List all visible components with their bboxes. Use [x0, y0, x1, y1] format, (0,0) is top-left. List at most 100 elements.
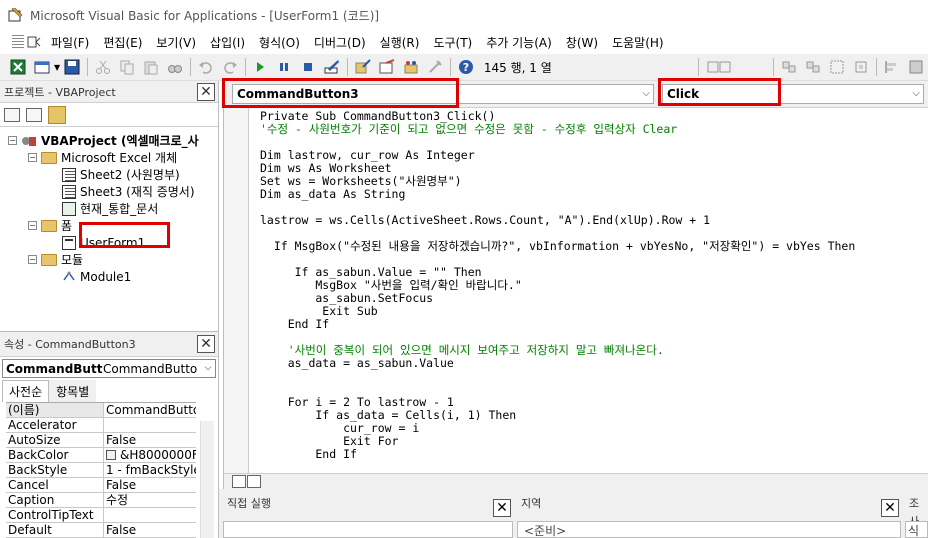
save-icon[interactable]	[64, 59, 80, 75]
toggle-folders-icon[interactable]	[48, 105, 66, 124]
property-row[interactable]: (이름) CommandButto	[6, 403, 196, 418]
menu-help[interactable]: 도움말(H)	[605, 34, 671, 51]
property-row[interactable]: BackStyle 1 - fmBackStyle	[6, 463, 196, 478]
menu-tools[interactable]: 도구(T)	[426, 34, 479, 51]
group-icon[interactable]	[805, 59, 821, 75]
property-row[interactable]: Accelerator	[6, 418, 196, 433]
menu-addins[interactable]: 추가 기능(A)	[479, 34, 559, 51]
size-icon[interactable]	[853, 59, 869, 75]
menu-view[interactable]: 보기(V)	[149, 34, 203, 51]
run-icon[interactable]	[252, 59, 268, 75]
tree-thisworkbook[interactable]: 현재_통합_문서	[62, 200, 158, 217]
reset-icon[interactable]	[300, 59, 316, 75]
property-value[interactable]: CommandButto	[104, 403, 196, 417]
tab-alphabetic[interactable]: 사전순	[2, 380, 50, 402]
chevron-down-icon[interactable]: ⌵	[912, 85, 920, 103]
properties-object-select[interactable]: CommandButtc CommandButtor ⌵	[2, 359, 216, 378]
excel-icon[interactable]	[10, 59, 26, 75]
menu-debug[interactable]: 디버그(D)	[307, 34, 373, 51]
insert-userform-icon[interactable]	[34, 59, 50, 75]
tree-module1[interactable]: Module1	[62, 268, 131, 285]
toolbox-icon[interactable]	[427, 59, 443, 75]
code-margin[interactable]	[224, 108, 249, 473]
menu-insert[interactable]: 삽입(I)	[203, 34, 252, 51]
properties-icon[interactable]	[379, 59, 395, 75]
properties-object-type: CommandButtor	[103, 361, 198, 376]
cut-icon[interactable]	[95, 59, 111, 75]
collapse-icon[interactable]: −	[28, 153, 37, 162]
property-value[interactable]: False	[104, 433, 196, 447]
excel-view-icon[interactable]	[26, 34, 42, 50]
immediate-input[interactable]	[223, 521, 513, 538]
menu-edit[interactable]: 편집(E)	[96, 34, 149, 51]
property-value[interactable]: False	[104, 478, 196, 492]
property-row[interactable]: ControlTipText	[6, 508, 196, 523]
properties-object-name: CommandButtc	[6, 361, 103, 376]
procedure-select[interactable]: Click ⌵	[662, 84, 924, 104]
property-row[interactable]: AutoSize False	[6, 433, 196, 448]
cursor-position: 145 행, 1 열	[483, 60, 552, 75]
menu-window[interactable]: 창(W)	[559, 34, 605, 51]
property-value[interactable]: 수정	[104, 493, 196, 507]
menu-grip[interactable]	[12, 35, 24, 49]
chevron-down-icon[interactable]: ⌵	[642, 85, 650, 103]
collapse-icon[interactable]: −	[28, 221, 37, 230]
tab-categorized[interactable]: 항목별	[49, 380, 97, 402]
view-code-icon[interactable]	[4, 107, 20, 122]
tree-sheet2[interactable]: Sheet2 (사원명부)	[62, 166, 180, 183]
collapse-icon[interactable]: −	[8, 136, 17, 145]
procedure-view-button[interactable]	[232, 475, 246, 488]
tree-userform1[interactable]: UserForm1	[62, 234, 145, 251]
chevron-down-icon[interactable]: ⌵	[201, 360, 215, 377]
align-icon[interactable]	[781, 59, 797, 75]
full-module-view-button[interactable]	[247, 475, 261, 488]
code-line: End If	[260, 447, 357, 461]
tree-sheet3[interactable]: Sheet3 (재직 증명서)	[62, 183, 195, 200]
property-value[interactable]: 1 - fmBackStyle	[104, 463, 196, 477]
close-project-panel-button[interactable]: ✕	[197, 83, 215, 101]
property-value[interactable]	[104, 508, 196, 522]
toolbar-separator	[773, 58, 775, 76]
property-value[interactable]: False	[104, 523, 196, 537]
menu-run[interactable]: 실행(R)	[373, 34, 427, 51]
center-icon[interactable]	[908, 59, 924, 75]
userform-icon	[62, 235, 76, 250]
copy-icon[interactable]	[119, 59, 135, 75]
tree-excel-folder[interactable]: − Microsoft Excel 개체	[28, 149, 177, 166]
align-left-icon[interactable]	[884, 59, 900, 75]
close-immediate-button[interactable]: ✕	[493, 499, 511, 517]
vba-app-icon	[8, 6, 24, 24]
property-row[interactable]: BackColor&H8000000F&	[6, 448, 196, 463]
undo-icon[interactable]	[198, 59, 214, 75]
break-icon[interactable]	[276, 59, 292, 75]
edit-toolbar-grip-icon[interactable]	[706, 59, 736, 75]
property-value[interactable]	[104, 418, 196, 432]
tree-modules-folder[interactable]: − 모듈	[28, 251, 83, 268]
object-browser-icon[interactable]	[403, 59, 419, 75]
menu-file[interactable]: 파일(F)	[44, 34, 96, 51]
tree-forms-folder[interactable]: − 폼	[28, 217, 72, 234]
design-mode-icon[interactable]	[324, 59, 340, 75]
object-select[interactable]: CommandButton3 ⌵	[232, 84, 654, 104]
find-icon[interactable]	[167, 59, 183, 75]
view-object-icon[interactable]	[26, 107, 42, 122]
close-properties-panel-button[interactable]: ✕	[197, 335, 215, 353]
property-row[interactable]: Default False	[6, 523, 196, 538]
paste-icon[interactable]	[143, 59, 159, 75]
code-line: as_data = as_sabun.Value	[260, 356, 454, 370]
dropdown-arrow-icon[interactable]: ▼	[54, 63, 60, 72]
tree-root[interactable]: − VBAProject (엑셀매크로_사	[8, 132, 199, 149]
project-explorer-icon[interactable]	[355, 59, 371, 75]
properties-scrollbar[interactable]	[200, 421, 214, 538]
property-value[interactable]: &H8000000F&	[104, 448, 196, 462]
code-editor[interactable]: Private Sub CommandButton3_Click() '수정 - …	[224, 108, 928, 473]
menu-format[interactable]: 형식(O)	[252, 34, 307, 51]
collapse-icon[interactable]: −	[28, 255, 37, 264]
property-row[interactable]: Cancel False	[6, 478, 196, 493]
help-icon[interactable]: ?	[458, 59, 474, 75]
select-icon[interactable]	[829, 59, 845, 75]
close-locals-button[interactable]: ✕	[881, 499, 899, 517]
redo-icon[interactable]	[222, 59, 238, 75]
property-row[interactable]: Caption 수정	[6, 493, 196, 508]
properties-panel-title: 속성 - CommandButton3	[4, 338, 136, 351]
